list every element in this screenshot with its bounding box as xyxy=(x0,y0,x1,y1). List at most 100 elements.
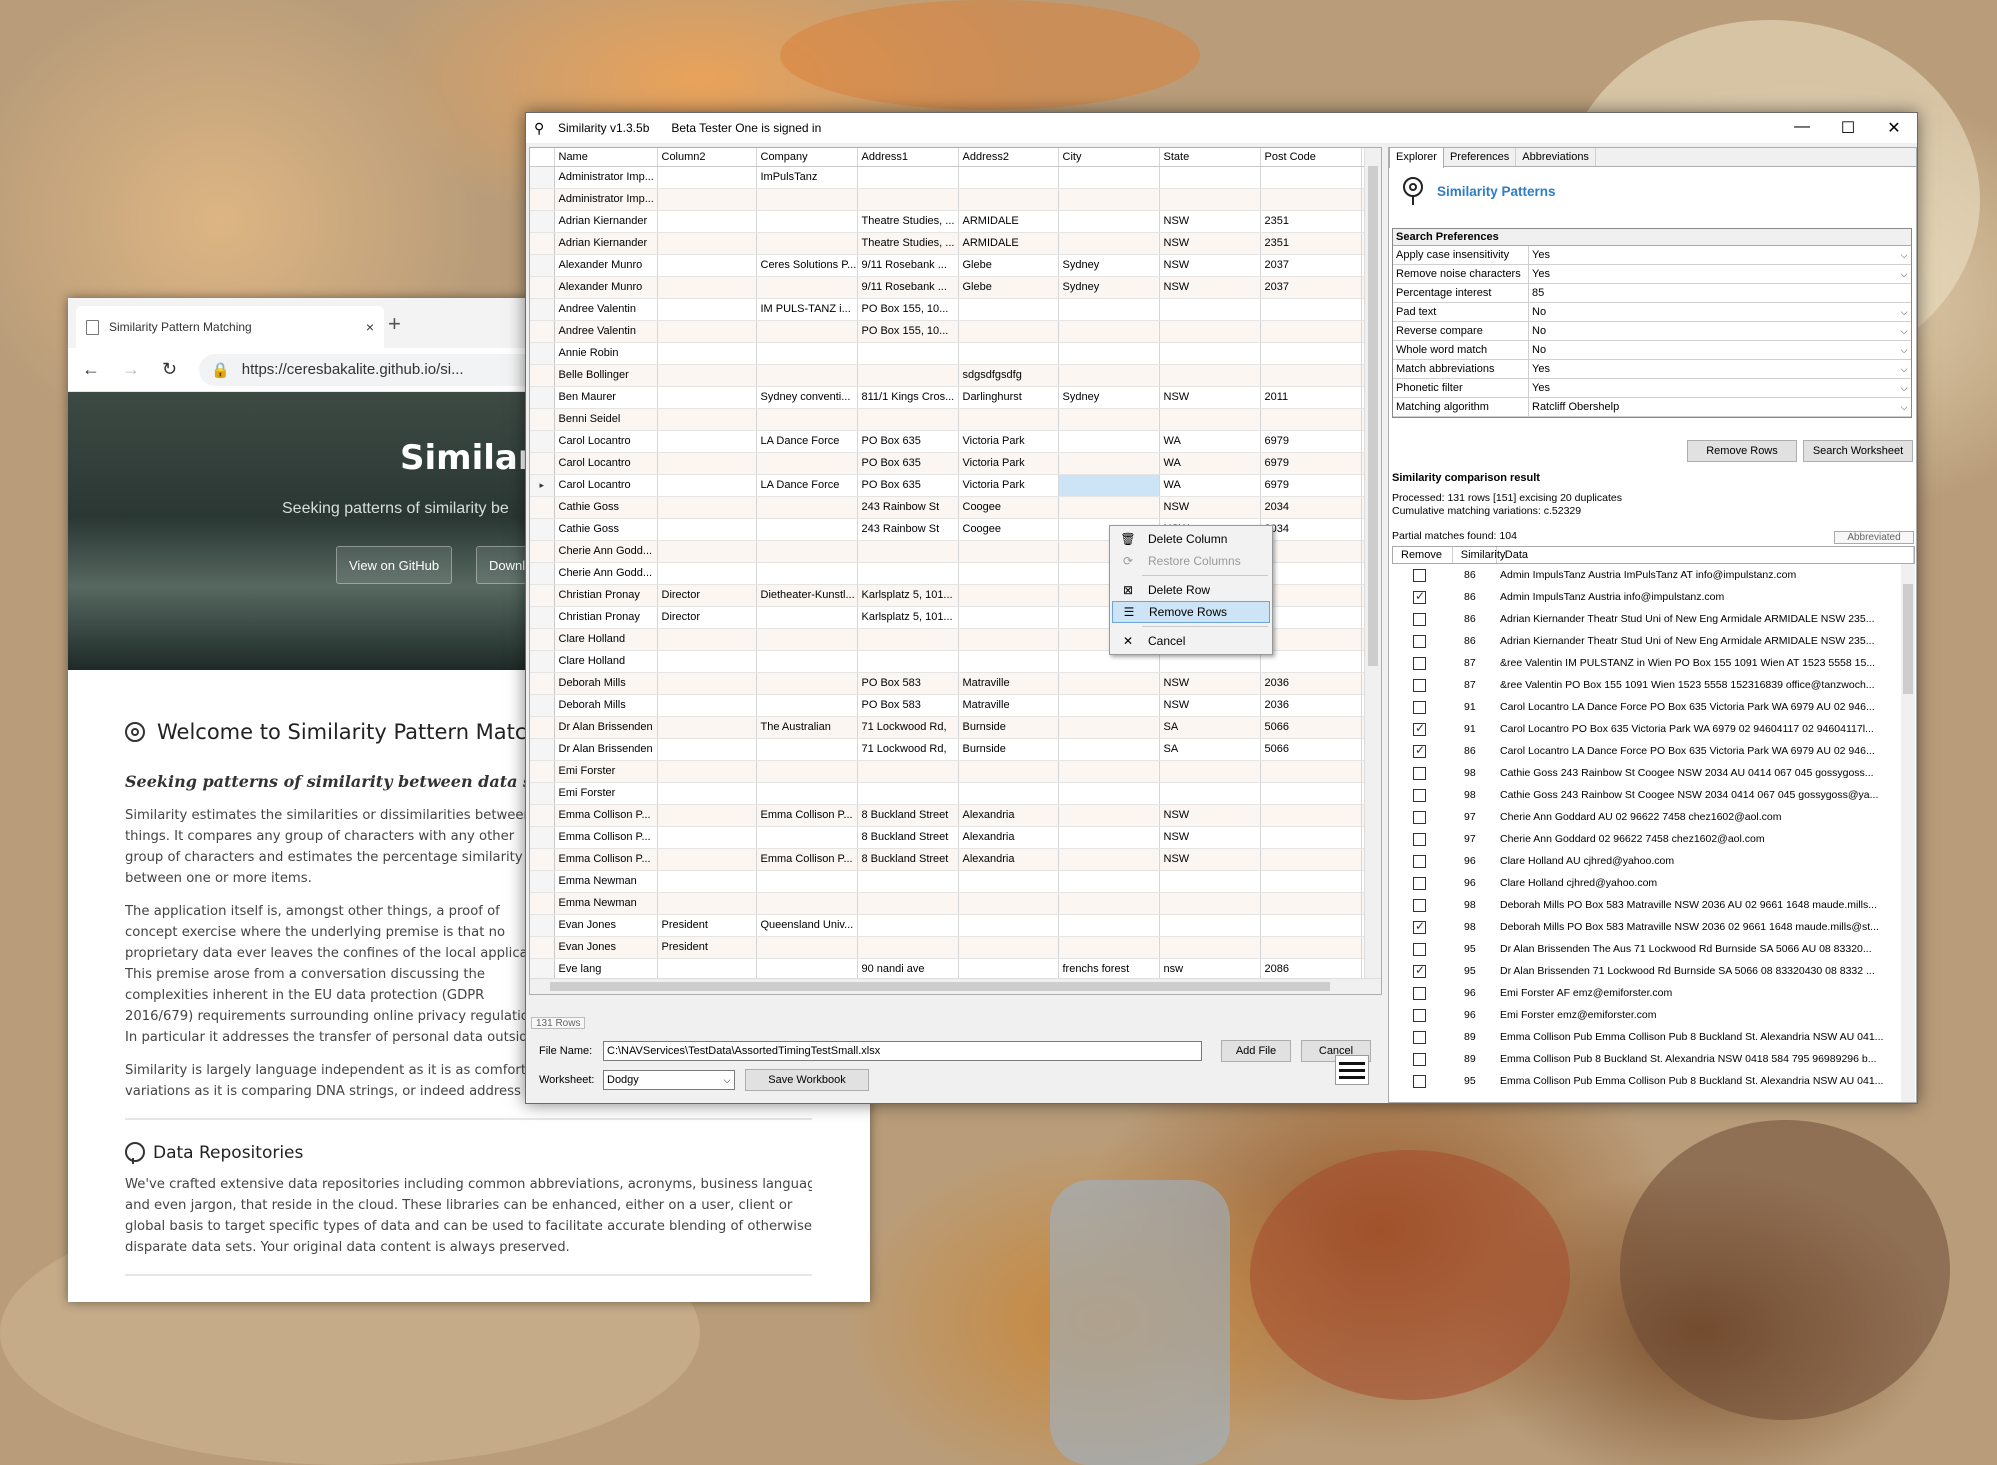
table-cell[interactable] xyxy=(1058,430,1160,453)
table-cell[interactable]: Sydney conventi... xyxy=(756,386,858,409)
table-cell[interactable]: Director xyxy=(657,606,757,629)
table-cell[interactable] xyxy=(958,782,1059,805)
table-cell[interactable]: NSW xyxy=(1159,496,1261,519)
grid-vertical-scrollbar[interactable] xyxy=(1364,148,1381,994)
table-cell[interactable] xyxy=(1260,540,1362,563)
table-cell[interactable]: Annie Robin xyxy=(554,342,658,365)
remove-checkbox[interactable] xyxy=(1413,568,1426,582)
column-header-2[interactable]: Company xyxy=(756,148,858,167)
table-cell[interactable] xyxy=(1058,760,1160,783)
table-cell[interactable] xyxy=(1058,474,1160,497)
table-cell[interactable] xyxy=(657,782,757,805)
table-cell[interactable] xyxy=(657,540,757,563)
result-row[interactable]: 95 Dr Alan Brissenden 71 Lockwood Rd Burn… xyxy=(1392,960,1902,982)
table-row[interactable]: ▸ Carol Locantro LA Dance Force PO Box 635 V… xyxy=(530,474,1371,497)
table-cell[interactable] xyxy=(1260,870,1362,893)
table-cell[interactable]: ARMIDALE xyxy=(958,232,1059,255)
table-cell[interactable] xyxy=(756,650,858,673)
table-cell[interactable] xyxy=(857,870,959,893)
table-cell[interactable]: Alexandria xyxy=(958,826,1059,849)
table-cell[interactable]: Alexander Munro xyxy=(554,276,658,299)
row-selector[interactable] xyxy=(530,760,555,783)
row-selector[interactable] xyxy=(530,166,555,189)
table-cell[interactable] xyxy=(1260,804,1362,827)
remove-checkbox[interactable] xyxy=(1413,919,1426,934)
row-selector[interactable] xyxy=(530,870,555,893)
table-cell[interactable] xyxy=(1260,342,1362,365)
remove-checkbox[interactable] xyxy=(1413,1074,1426,1088)
row-selector[interactable] xyxy=(530,848,555,871)
table-cell[interactable]: ARMIDALE xyxy=(958,210,1059,233)
remove-checkbox[interactable] xyxy=(1413,678,1426,692)
table-cell[interactable] xyxy=(958,540,1059,563)
table-cell[interactable]: Burnside xyxy=(958,738,1059,761)
remove-checkbox[interactable] xyxy=(1413,986,1426,1000)
remove-checkbox[interactable] xyxy=(1413,743,1426,758)
table-cell[interactable] xyxy=(1159,364,1261,387)
table-cell[interactable] xyxy=(857,364,959,387)
row-selector[interactable] xyxy=(530,650,555,673)
table-cell[interactable] xyxy=(1058,408,1160,431)
table-cell[interactable]: Clare Holland xyxy=(554,650,658,673)
result-row[interactable]: 87 &ree Valentin IM PULSTANZ in Wien PO B… xyxy=(1392,652,1902,674)
table-cell[interactable] xyxy=(657,958,757,981)
column-header-7[interactable]: Post Code xyxy=(1260,148,1362,167)
row-selector[interactable]: ▸ xyxy=(530,474,555,497)
table-cell[interactable]: Deborah Mills xyxy=(554,694,658,717)
worksheet-select[interactable]: Dodgy ⌵ xyxy=(603,1070,735,1090)
table-cell[interactable]: SA xyxy=(1159,716,1261,739)
table-cell[interactable]: Carol Locantro xyxy=(554,430,658,453)
table-cell[interactable]: IM PULS-TANZ i... xyxy=(756,298,858,321)
table-cell[interactable]: NSW xyxy=(1159,826,1261,849)
table-cell[interactable] xyxy=(756,342,858,365)
table-cell[interactable]: Emma Collison P... xyxy=(554,804,658,827)
table-cell[interactable] xyxy=(857,188,959,211)
table-cell[interactable] xyxy=(958,408,1059,431)
table-cell[interactable]: 5066 xyxy=(1260,716,1362,739)
table-cell[interactable] xyxy=(1260,166,1362,189)
table-cell[interactable]: Karlsplatz 5, 101... xyxy=(857,584,959,607)
table-cell[interactable] xyxy=(1159,342,1261,365)
table-row[interactable]: Administrator Imp... xyxy=(530,188,1371,211)
table-cell[interactable] xyxy=(657,232,757,255)
view-github-button[interactable]: View on GitHub xyxy=(336,546,453,584)
table-cell[interactable] xyxy=(657,738,757,761)
chevron-down-icon[interactable]: ⌵ xyxy=(1897,398,1911,416)
remove-checkbox[interactable] xyxy=(1413,700,1426,714)
table-cell[interactable] xyxy=(657,452,757,475)
table-cell[interactable] xyxy=(1058,210,1160,233)
remove-checkbox[interactable] xyxy=(1413,942,1426,956)
result-row[interactable]: 96 Clare Holland AU cjhred@yahoo.com xyxy=(1392,850,1902,872)
table-row[interactable]: Emma Collison P... Emma Collison P... 8 Bu… xyxy=(530,804,1371,827)
table-cell[interactable]: Matraville xyxy=(958,672,1059,695)
table-cell[interactable]: WA xyxy=(1159,452,1261,475)
table-row[interactable]: Annie RobinA xyxy=(530,342,1371,365)
preference-value[interactable]: Yes ⌵ xyxy=(1529,360,1911,378)
preference-row[interactable]: Reverse compare No ⌵ xyxy=(1393,322,1911,341)
table-cell[interactable]: Victoria Park xyxy=(958,474,1059,497)
table-cell[interactable] xyxy=(1260,848,1362,871)
table-cell[interactable] xyxy=(657,298,757,321)
table-cell[interactable]: Evan Jones xyxy=(554,914,658,937)
result-row[interactable]: 98 Cathie Goss 243 Rainbow St Coogee NSW … xyxy=(1392,762,1902,784)
scrollbar-thumb[interactable] xyxy=(550,982,1330,991)
table-cell[interactable]: 9/11 Rosebank ... xyxy=(857,254,959,277)
table-cell[interactable]: Cathie Goss xyxy=(554,518,658,541)
row-selector[interactable] xyxy=(530,430,555,453)
result-row[interactable]: 91 Carol Locantro LA Dance Force PO Box 6… xyxy=(1392,696,1902,718)
table-cell[interactable]: Coogee xyxy=(958,496,1059,519)
table-cell[interactable] xyxy=(1159,870,1261,893)
row-selector[interactable] xyxy=(530,562,555,585)
table-cell[interactable] xyxy=(1159,188,1261,211)
row-selector[interactable] xyxy=(530,298,555,321)
table-cell[interactable]: Cherie Ann Godd... xyxy=(554,540,658,563)
file-name-field[interactable]: C:\NAVServices\TestData\AssortedTimingTe… xyxy=(603,1041,1202,1061)
table-cell[interactable] xyxy=(857,166,959,189)
table-cell[interactable]: 2036 xyxy=(1260,694,1362,717)
table-cell[interactable]: Victoria Park xyxy=(958,452,1059,475)
row-selector[interactable] xyxy=(530,276,555,299)
table-cell[interactable]: 71 Lockwood Rd, xyxy=(857,716,959,739)
table-cell[interactable]: 2034 xyxy=(1260,496,1362,519)
table-cell[interactable] xyxy=(756,892,858,915)
table-row[interactable]: Emma Newman xyxy=(530,870,1371,893)
